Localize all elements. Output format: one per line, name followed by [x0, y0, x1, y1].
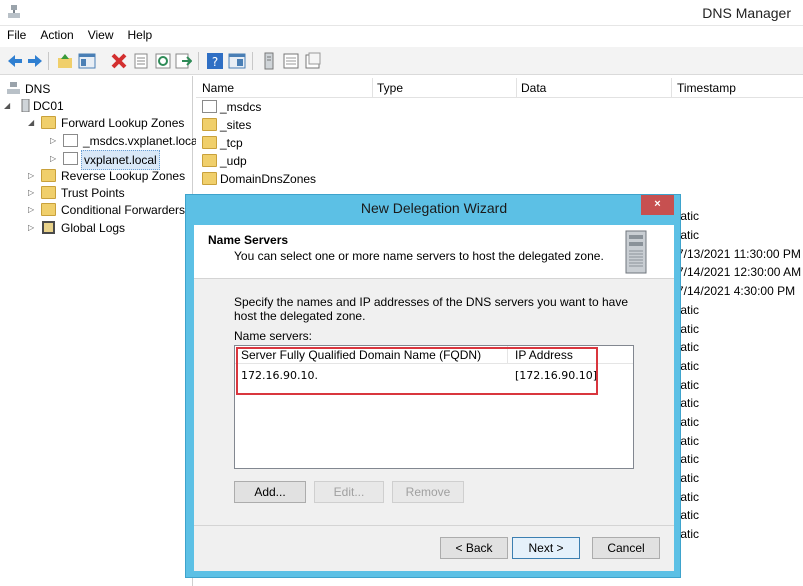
folder-icon	[41, 116, 56, 129]
forward-icon[interactable]	[26, 52, 44, 70]
title-bar: DNS Manager	[0, 0, 803, 26]
window-title: DNS Manager	[702, 5, 791, 21]
zone-file-icon	[63, 134, 78, 147]
dns-app-icon	[8, 5, 20, 18]
edit-button[interactable]: Edit...	[314, 481, 384, 503]
delete-icon[interactable]	[110, 52, 128, 70]
up-folder-icon[interactable]	[56, 52, 74, 70]
column-type[interactable]: Type	[377, 81, 403, 95]
menu-action[interactable]: Action	[33, 26, 80, 44]
column-name[interactable]: Name	[202, 81, 234, 95]
wizard-header: Name Servers You can select one or more …	[194, 225, 674, 279]
folder-icon	[41, 186, 56, 199]
refresh-icon[interactable]	[154, 52, 172, 70]
list-header: Name Type Data Timestamp	[196, 78, 803, 98]
collapse-arrow-icon[interactable]: ◢	[28, 114, 38, 132]
instructions-text: Specify the names and IP addresses of th…	[234, 295, 628, 323]
menu-view[interactable]: View	[81, 26, 121, 44]
close-button[interactable]: ×	[641, 195, 674, 215]
server-tower-icon	[625, 230, 647, 274]
console-icon[interactable]	[228, 52, 246, 70]
zone-file-icon	[202, 100, 217, 113]
list-row[interactable]: _udp	[196, 152, 803, 170]
timestamp-cell: 7/14/2021 12:30:00 AM	[677, 265, 802, 279]
dialog-title: New Delegation Wizard	[360, 200, 508, 216]
page-heading: Name Servers	[208, 233, 289, 247]
menu-file[interactable]: File	[0, 26, 33, 44]
timestamp-cell: 7/14/2021 4:30:00 PM	[677, 284, 796, 298]
expand-arrow-icon[interactable]: ▷	[28, 184, 38, 202]
back-icon[interactable]	[6, 52, 24, 70]
folder-icon	[41, 203, 56, 216]
list-row[interactable]: _msdcs	[196, 98, 803, 116]
folder-icon	[202, 154, 217, 167]
console-tree: DNS ◢ DC01 ◢ Forward Lookup Zones ▷ _msd…	[0, 76, 198, 586]
expand-arrow-icon[interactable]: ▷	[50, 132, 60, 150]
svg-text:?: ?	[212, 55, 218, 69]
zone-icon[interactable]	[282, 52, 300, 70]
collapse-arrow-icon[interactable]: ◢	[4, 97, 14, 115]
name-servers-label: Name servers:	[234, 329, 313, 343]
list-row[interactable]: DomainDnsZones	[196, 170, 803, 188]
highlight-annotation	[236, 347, 598, 395]
folder-icon	[41, 169, 56, 182]
list-row[interactable]: _sites	[196, 116, 803, 134]
dialog-body: Name Servers You can select one or more …	[194, 225, 674, 571]
next-button[interactable]: Next >	[512, 537, 580, 559]
zone-file-icon	[63, 152, 78, 165]
timestamp-cell: 7/13/2021 11:30:00 PM	[677, 247, 801, 261]
list-row[interactable]: _tcp	[196, 134, 803, 152]
records-icon[interactable]	[304, 52, 322, 70]
properties-icon[interactable]	[132, 52, 150, 70]
server-icon[interactable]	[260, 52, 278, 70]
help-icon[interactable]: ?	[206, 52, 224, 70]
footer-divider	[194, 525, 674, 526]
column-data[interactable]: Data	[521, 81, 546, 95]
server-icon	[21, 99, 30, 112]
new-delegation-wizard-dialog: New Delegation Wizard × Name Servers You…	[185, 194, 681, 578]
cancel-button[interactable]: Cancel	[592, 537, 660, 559]
expand-arrow-icon[interactable]: ▷	[28, 219, 38, 237]
menu-help[interactable]: Help	[121, 26, 160, 44]
page-subheading: You can select one or more name servers …	[234, 249, 604, 263]
toolbar: ?	[0, 47, 803, 75]
export-icon[interactable]	[174, 52, 192, 70]
remove-button[interactable]: Remove	[392, 481, 464, 503]
expand-arrow-icon[interactable]: ▷	[28, 201, 38, 219]
column-timestamp[interactable]: Timestamp	[677, 81, 736, 95]
folder-icon	[202, 172, 217, 185]
expand-arrow-icon[interactable]: ▷	[28, 167, 38, 185]
expand-arrow-icon[interactable]: ▷	[50, 150, 60, 168]
show-hide-tree-icon[interactable]	[78, 52, 96, 70]
folder-icon	[202, 118, 217, 131]
folder-icon	[202, 136, 217, 149]
dns-icon	[7, 82, 20, 94]
event-log-icon	[42, 221, 55, 234]
menu-bar: File Action View Help	[0, 26, 803, 46]
back-button[interactable]: < Back	[440, 537, 508, 559]
add-button[interactable]: Add...	[234, 481, 306, 503]
